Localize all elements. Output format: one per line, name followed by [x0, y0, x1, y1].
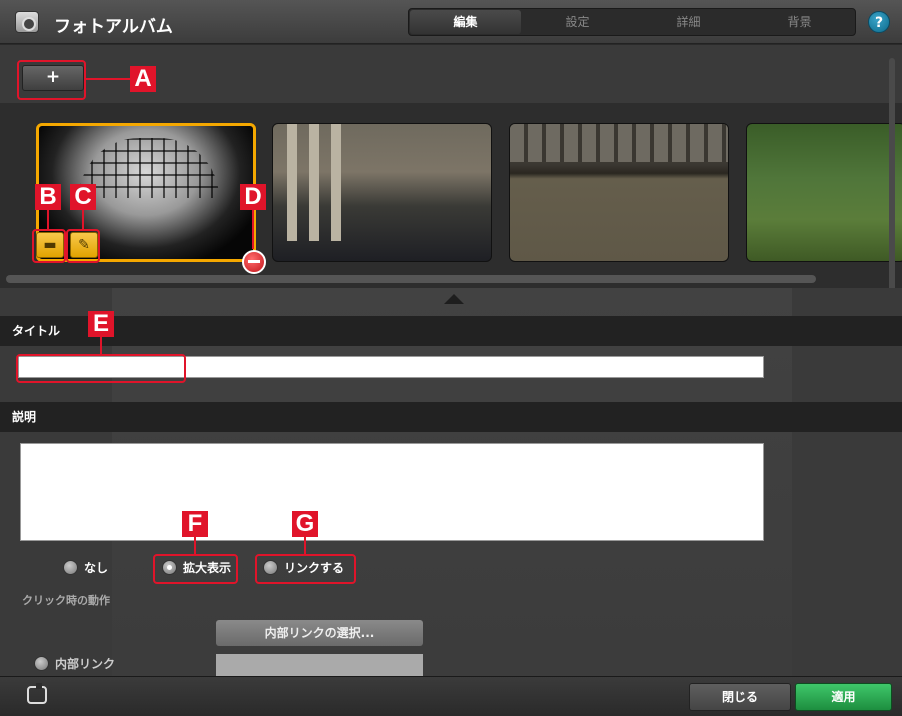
marker-g-line [304, 536, 306, 554]
close-button[interactable]: 閉じる [689, 683, 791, 711]
marker-f-line [194, 536, 196, 554]
marker-f: F [182, 511, 208, 537]
radio-dot [63, 560, 78, 575]
title-section-header: タイトル [0, 316, 902, 346]
bottom-bar: 閉じる 適用 [0, 676, 902, 716]
marker-g-box [255, 554, 356, 584]
marker-a: A [130, 66, 156, 92]
help-button[interactable]: ? [868, 11, 890, 33]
tab-details[interactable]: 詳細 [633, 9, 744, 35]
tab-background[interactable]: 背景 [744, 9, 855, 35]
refresh-icon[interactable] [27, 683, 47, 704]
camera-icon [15, 11, 39, 33]
vertical-scrollbar[interactable] [889, 58, 895, 320]
tab-edit[interactable]: 編集 [410, 10, 521, 34]
internal-link-field[interactable] [216, 654, 423, 676]
title-bar: フォトアルバム 編集 設定 詳細 背景 ? [0, 0, 902, 44]
horizontal-scrollbar[interactable] [6, 275, 816, 283]
marker-b: B [35, 184, 61, 210]
marker-g: G [292, 511, 318, 537]
marker-b-line [47, 209, 49, 229]
selection-pointer [444, 294, 464, 304]
tab-settings[interactable]: 設定 [522, 9, 633, 35]
description-section-header: 説明 [0, 402, 902, 432]
select-internal-link-button[interactable]: 内部リンクの選択... [216, 620, 423, 646]
marker-c: C [70, 184, 96, 210]
marker-e: E [88, 311, 114, 337]
photo-thumbnail-2[interactable] [272, 123, 492, 262]
radio-dot [34, 656, 49, 671]
window-title: フォトアルバム [54, 17, 173, 37]
remove-photo-button[interactable] [242, 250, 266, 274]
radio-internal-link[interactable]: 内部リンク [34, 653, 115, 675]
photo-strip: ▬ ✎ [0, 103, 902, 288]
marker-a-line [86, 78, 130, 80]
marker-c-box [66, 229, 100, 263]
marker-d: D [240, 184, 266, 210]
apply-button[interactable]: 適用 [795, 683, 892, 711]
marker-e-box [16, 354, 186, 383]
tab-bar: 編集 設定 詳細 背景 [408, 8, 856, 36]
marker-c-line [82, 209, 84, 229]
marker-e-line [100, 335, 102, 354]
photo-thumbnail-4[interactable] [746, 123, 902, 262]
marker-b-box [32, 229, 66, 263]
photo-thumbnail-3[interactable] [509, 123, 729, 262]
marker-a-box [17, 60, 86, 100]
photo-properties-form: タイトル 説明 なし 拡大表示 リンクする クリック時の動作 内部リンク 内部リ… [0, 288, 902, 676]
marker-d-line [252, 209, 254, 249]
description-input[interactable] [20, 443, 764, 541]
marker-f-box [153, 554, 238, 584]
radio-none[interactable]: なし [63, 557, 108, 579]
click-action-label: クリック時の動作 [22, 594, 110, 607]
